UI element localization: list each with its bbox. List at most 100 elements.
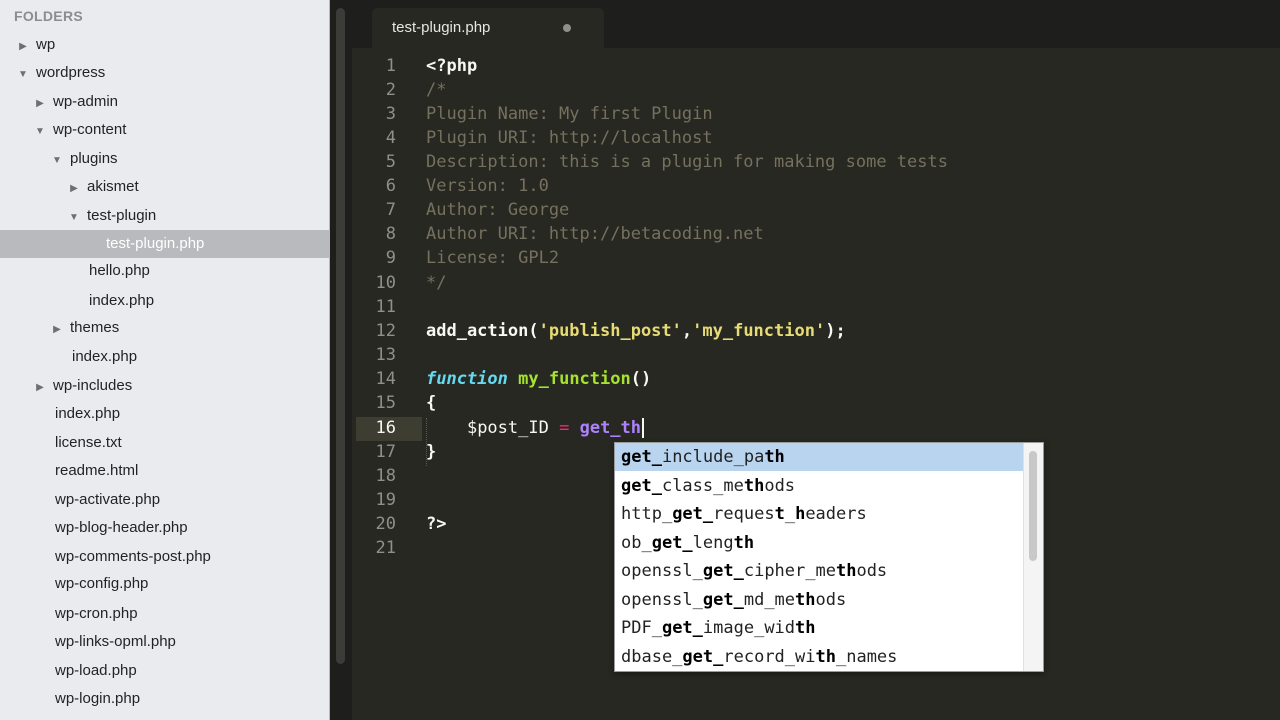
unsaved-dot-icon[interactable] (563, 24, 571, 32)
autocomplete-item-selected[interactable]: get_include_path (615, 443, 1025, 471)
code-line-1: <?php (426, 54, 477, 78)
collapse-arrow-icon[interactable]: ▼ (35, 118, 45, 146)
tree-item-file[interactable]: readme.html (0, 457, 329, 485)
tree-item-folder[interactable]: ▼ plugins (0, 145, 329, 175)
completion-text: _ (784, 504, 796, 524)
completion-text: ods (815, 589, 847, 610)
autocomplete-popup[interactable]: get_include_path get_class_methods http_ge… (614, 442, 1044, 672)
comment-text: /* (426, 80, 447, 100)
completion-text: _names (835, 646, 898, 667)
collapse-arrow-icon[interactable]: ▼ (52, 147, 62, 175)
sidebar-scrollbar-thumb[interactable] (336, 8, 345, 664)
completion-text: image_wid (702, 618, 796, 638)
match-highlight: th (795, 618, 816, 638)
autocomplete-item[interactable]: dbase_get_record_with_names (615, 643, 1025, 671)
autocomplete-item[interactable]: ob_get_length (615, 529, 1025, 557)
expand-arrow-icon[interactable]: ▶ (35, 374, 45, 402)
function-call: add_action( (426, 321, 539, 341)
tree-item-file[interactable]: hello.php (0, 257, 329, 285)
completion-text: ob_ (621, 532, 652, 553)
collapse-arrow-icon[interactable]: ▼ (18, 61, 28, 89)
tree-item-file[interactable]: wp-load.php (0, 657, 329, 685)
tree-item-folder[interactable]: ▼ wp-content (0, 116, 329, 146)
line-number: 15 (375, 393, 396, 413)
tree-item-file[interactable]: wp-config.php (0, 570, 329, 598)
tab-test-plugin-php[interactable]: test-plugin.php (372, 8, 604, 48)
line-number: 2 (385, 80, 396, 100)
php-close-tag: ?> (426, 514, 447, 534)
completion-text: openssl_ (621, 561, 703, 581)
tree-item-folder[interactable]: ▼ wordpress (0, 59, 329, 89)
expand-arrow-icon[interactable]: ▶ (52, 316, 62, 344)
autocomplete-scrollbar-thumb[interactable] (1029, 451, 1037, 561)
code-line-2: /* (426, 78, 446, 102)
autocomplete-item[interactable]: get_class_methods (615, 472, 1025, 500)
tree-item-folder[interactable]: ▶ wp-admin (0, 88, 329, 118)
tree-item-label: wp-load.php (55, 662, 137, 679)
match-highlight: h (795, 504, 806, 524)
match-highlight: get_ (702, 589, 744, 610)
line-number: 18 (375, 466, 396, 486)
comment-text: Description: this is a plugin for making… (426, 152, 948, 172)
variable: $post_ID (466, 418, 549, 438)
completion-text: ods (764, 475, 796, 496)
tree-item-file[interactable]: index.php (0, 400, 329, 428)
tree-item-folder[interactable]: ▶ themes (0, 314, 329, 344)
match-highlight: get_ (682, 646, 724, 667)
tree-item-label: readme.html (55, 462, 139, 479)
code-line-10: */ (426, 271, 446, 295)
line-number: 13 (375, 345, 396, 365)
tree-item-file[interactable]: wp-comments-post.php (0, 543, 329, 571)
expand-arrow-icon[interactable]: ▶ (69, 175, 79, 203)
tree-item-file[interactable]: index.php (0, 287, 329, 315)
expand-arrow-icon[interactable]: ▶ (35, 90, 45, 118)
completion-text: PDF_ (621, 618, 662, 638)
tree-item-label: wp (36, 36, 56, 53)
autocomplete-item[interactable]: openssl_get_md_methods (615, 586, 1025, 614)
tree-item-file[interactable]: wp-cron.php (0, 600, 329, 628)
tree-item-label: themes (70, 319, 120, 336)
line-number: 9 (385, 248, 396, 268)
php-open-tag: <?php (426, 56, 478, 76)
line-number: 14 (375, 369, 396, 389)
comment-text: Plugin Name: My first Plugin (426, 104, 713, 124)
comma: , (681, 321, 693, 341)
tree-item-folder[interactable]: ▶ akismet (0, 173, 329, 203)
open-brace: { (426, 393, 437, 413)
comment-text: Author URI: http://betacoding.net (426, 224, 764, 244)
tree-item-file[interactable]: wp-activate.php (0, 486, 329, 514)
tree-item-file[interactable]: wp-login.php (0, 685, 329, 713)
line-number: 12 (375, 321, 396, 341)
tree-item-label: wp-content (53, 121, 127, 138)
tree-item-label: wp-cron.php (55, 605, 138, 622)
tree-item-file[interactable]: wp-links-opml.php (0, 628, 329, 656)
autocomplete-item[interactable]: http_get_request_headers (615, 500, 1025, 528)
code-line-15: { (426, 391, 436, 415)
line-number: 3 (385, 104, 396, 124)
match-highlight: t (774, 504, 785, 524)
tree-item-file[interactable]: wp-blog-header.php (0, 514, 329, 542)
completion-text: class_me (661, 475, 744, 496)
text-caret (642, 418, 645, 438)
tree-item-folder[interactable]: ▶ wp-includes (0, 372, 329, 402)
tree-item-label: hello.php (89, 262, 150, 279)
tree-item-label: test-plugin.php (106, 235, 205, 252)
tree-item-label: akismet (87, 178, 139, 195)
tree-item-file[interactable]: index.php (0, 343, 329, 371)
comment-text: Author: George (426, 200, 570, 220)
code-line-12: add_action('publish_post','my_function')… (426, 319, 846, 343)
code-line-14: function my_function() (426, 367, 651, 391)
expand-arrow-icon[interactable]: ▶ (18, 33, 28, 61)
completion-text: record_wi (723, 646, 816, 667)
line-number: 5 (385, 152, 396, 172)
match-highlight: th (764, 447, 785, 467)
tree-item-file-selected[interactable]: test-plugin.php (0, 230, 329, 258)
tree-item-file[interactable]: license.txt (0, 429, 329, 457)
tree-item-folder[interactable]: ▶ wp (0, 31, 329, 61)
autocomplete-item[interactable]: PDF_get_image_width (615, 614, 1025, 642)
match-highlight: get_ (621, 475, 662, 496)
tree-item-label: wp-blog-header.php (55, 519, 188, 536)
tree-item-folder[interactable]: ▼ test-plugin (0, 202, 329, 232)
collapse-arrow-icon[interactable]: ▼ (69, 204, 79, 232)
autocomplete-item[interactable]: openssl_get_cipher_methods (615, 557, 1025, 585)
